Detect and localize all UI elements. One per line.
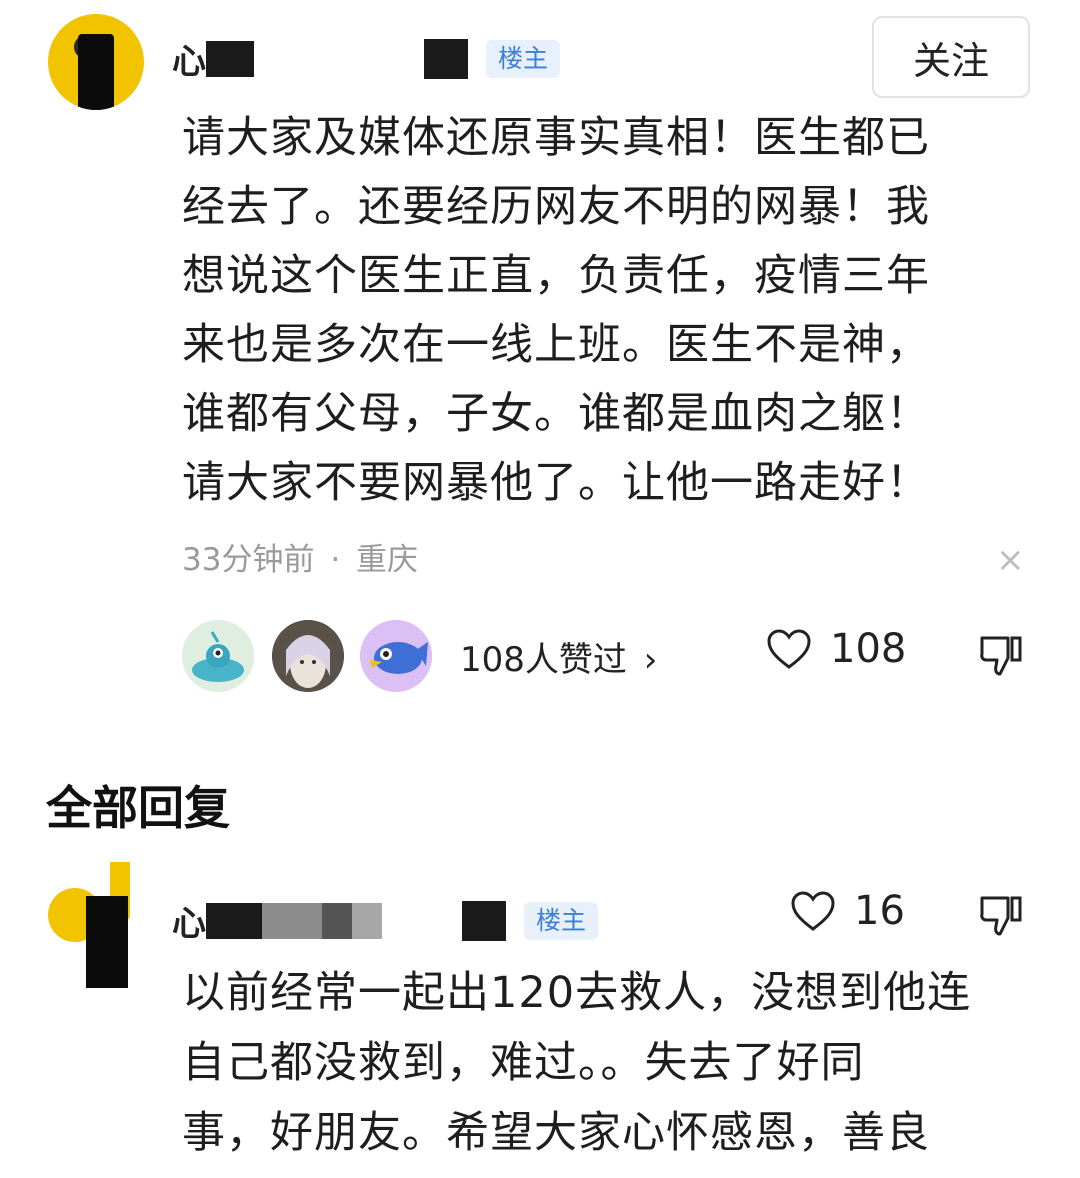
all-replies-title: 全部回复 [46,781,230,835]
dislike-icon[interactable] [978,892,1024,942]
heart-icon [767,629,811,669]
reply-username[interactable]: 心 [172,896,206,945]
op-badge: 楼主 [486,39,561,78]
username-redaction [462,900,506,941]
reply-like-count: 16 [854,888,905,934]
dislike-icon[interactable] [978,632,1024,682]
author-username[interactable]: 心 [172,34,206,83]
author-name-row: 心 楼主 [172,34,561,83]
post-line: 谁都有父母，子女。谁都是血肉之躯！ [182,389,930,439]
reply-line: 事，好朋友。希望大家心怀感恩，善良 [182,1108,930,1158]
username-redaction [206,902,262,939]
reply-like-control[interactable]: 16 [790,888,905,934]
post-line: 经去了。还要经历网友不明的网暴！我 [182,182,930,232]
reply-author-avatar[interactable] [48,862,130,988]
likers-summary: 108人赞过 [460,640,627,680]
username-redaction [352,902,382,939]
post-line: 请大家及媒体还原事实真相！医生都已 [182,113,930,163]
reply-author-name-row: 心 楼主 [172,896,599,945]
op-badge: 楼主 [524,901,599,940]
username-redaction [322,902,352,939]
username-redaction [424,38,468,79]
follow-button[interactable]: 关注 [872,16,1030,98]
post-time: 33分钟前 [182,542,315,578]
author-avatar[interactable] [48,14,144,110]
post-content: 请大家及媒体还原事实真相！医生都已 经去了。还要经历网友不明的网暴！我 想说这个… [182,104,1012,518]
liker-avatar[interactable] [182,620,254,692]
like-count: 108 [830,626,907,672]
post-meta: 33分钟前 · 重庆 [182,534,418,579]
heart-icon [791,891,835,931]
reply-line: 自己都没救到，难过。。失去了好同 [182,1038,865,1088]
reply-content: 以前经常一起出120去救人，没想到他连 自己都没救到，难过。。失去了好同 事，好… [182,958,1042,1168]
post-location: 重庆 [356,542,419,578]
post-line: 想说这个医生正直，负责任，疫情三年 [182,251,930,301]
reply-line: 以前经常一起出120去救人，没想到他连 [182,968,972,1018]
post-line: 来也是多次在一线上班。医生不是神， [182,320,930,370]
like-control[interactable]: 108 [766,626,906,672]
username-redaction [262,902,322,939]
meta-separator: · [330,542,341,578]
liker-avatar[interactable] [360,620,432,692]
username-redaction [206,40,254,77]
likers-summary-link[interactable]: 108人赞过 › [460,632,657,681]
close-icon[interactable]: × [996,540,1025,580]
chevron-right-icon: › [643,640,658,680]
post-line: 请大家不要网暴他了。让他一路走好！ [182,458,930,508]
liker-avatar[interactable] [272,620,344,692]
